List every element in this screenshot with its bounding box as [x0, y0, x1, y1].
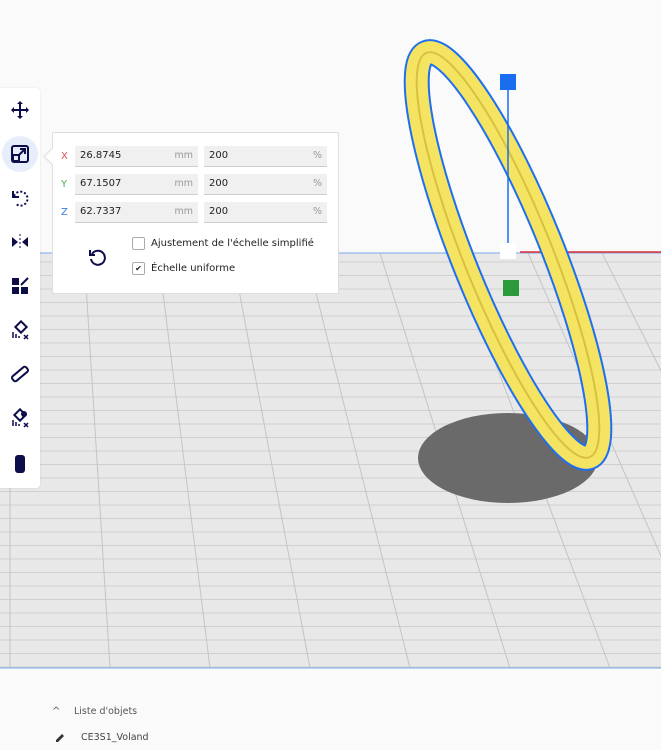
- value: 200: [209, 206, 229, 217]
- depth-mm-input[interactable]: 67.1507 mm: [75, 173, 198, 195]
- width-percent-input[interactable]: 200%: [204, 145, 327, 167]
- unit: %: [312, 206, 322, 217]
- unit: %: [312, 178, 322, 189]
- chevron-up-icon: ^: [52, 706, 61, 717]
- arrange-icon: [12, 277, 29, 294]
- rotate-icon: [12, 190, 29, 207]
- object-list-toggle[interactable]: ^ Liste d'objets: [52, 706, 137, 717]
- axis-label-y: Y: [61, 178, 68, 190]
- snap-scaling-checkbox[interactable]: Ajustement de l'échelle simplifié: [132, 237, 314, 250]
- move-tool-button[interactable]: [2, 92, 38, 128]
- scale-row-z: Z 62.7337 mm 200%: [61, 201, 327, 223]
- rotate-tool-button[interactable]: [2, 180, 38, 216]
- scale-handle-z[interactable]: [500, 74, 516, 90]
- support-blocker-tool-button[interactable]: [2, 312, 38, 348]
- mirror-tool-button[interactable]: [2, 224, 38, 260]
- scale-handle-center[interactable]: [500, 243, 516, 259]
- measure-tool-button[interactable]: [2, 356, 38, 392]
- unit: %: [312, 150, 322, 161]
- object-list-header: Liste d'objets: [74, 706, 138, 717]
- reset-scale-button[interactable]: [87, 247, 107, 267]
- cylinder-icon: [15, 455, 25, 473]
- unit: mm: [174, 206, 193, 217]
- unit: mm: [174, 178, 193, 189]
- support-blocker-icon: [12, 320, 29, 340]
- checkbox-label: Échelle uniforme: [151, 263, 236, 274]
- axis-label-x: X: [61, 150, 68, 162]
- checkbox-label: Ajustement de l'échelle simplifié: [151, 238, 314, 249]
- height-mm-input[interactable]: 62.7337 mm: [75, 201, 198, 223]
- height-percent-input[interactable]: 200%: [204, 201, 327, 223]
- per-model-settings-icon: [12, 408, 29, 428]
- tool-sidebar: [0, 88, 40, 488]
- uniform-scaling-checkbox[interactable]: ✔ Échelle uniforme: [132, 262, 235, 275]
- scale-row-y: Y 67.1507 mm 200%: [61, 173, 327, 195]
- per-model-settings-tool-button[interactable]: [2, 400, 38, 436]
- checkmark-icon: ✔: [132, 262, 145, 275]
- scale-panel: X 26.8745 mm 200% Y 67.1507 mm 200% Z 62.7…: [52, 132, 339, 294]
- object-name: CE3S1_Voland: [81, 731, 149, 743]
- checkbox-box: [132, 237, 145, 250]
- scale-tool-button[interactable]: [2, 136, 38, 172]
- scale-handle-y[interactable]: [503, 280, 519, 296]
- unit: mm: [174, 150, 193, 161]
- ruler-icon: [10, 365, 30, 383]
- value: 67.1507: [80, 178, 122, 189]
- axis-label-z: Z: [61, 206, 68, 218]
- width-mm-input[interactable]: 26.8745 mm: [75, 145, 198, 167]
- move-icon: [11, 101, 29, 119]
- reset-icon: [89, 249, 106, 266]
- cylinder-tool-button[interactable]: [2, 446, 38, 482]
- 3d-viewport[interactable]: [0, 0, 661, 670]
- depth-percent-input[interactable]: 200%: [204, 173, 327, 195]
- mirror-icon: [12, 234, 28, 250]
- scale-row-x: X 26.8745 mm 200%: [61, 145, 327, 167]
- value: 200: [209, 178, 229, 189]
- value: 62.7337: [80, 206, 122, 217]
- object-list-item[interactable]: CE3S1_Voland: [54, 731, 149, 743]
- value: 200: [209, 150, 229, 161]
- pencil-icon: [55, 734, 65, 742]
- value: 26.8745: [80, 150, 122, 161]
- scale-icon: [11, 145, 29, 163]
- arrange-tool-button[interactable]: [2, 268, 38, 304]
- object-list-panel: ^ Liste d'objets CE3S1_Voland: [0, 670, 661, 750]
